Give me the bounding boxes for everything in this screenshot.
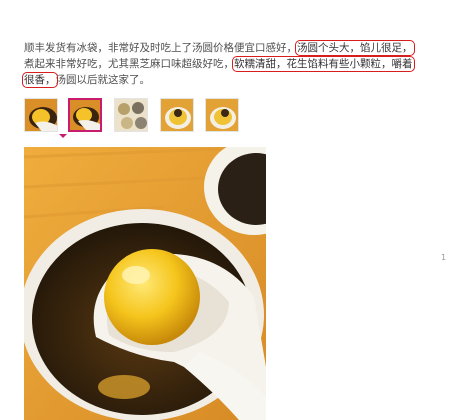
thumbnail-3[interactable] [114, 98, 148, 132]
thumbnail-image-1 [25, 99, 57, 131]
review-segment-1: 顺丰发货有冰袋，非常好及时吃上了汤圆价格便宜口感好， [24, 42, 297, 54]
thumbnail-image-4 [161, 99, 193, 131]
thumbnail-2-selected[interactable] [68, 98, 102, 132]
review-segment-3: 煮起来非常好吃，尤其黑芝麻口味超级好吃， [24, 58, 234, 70]
thumbnail-image-3 [115, 99, 147, 131]
side-mark: 1 [441, 253, 447, 262]
selected-thumbnail-pointer [59, 134, 67, 138]
review-segment-5: 汤圆以后就这家了。 [55, 74, 151, 86]
highlight-box-1: 汤圆个头大，馅儿很足， [295, 40, 415, 56]
main-photo[interactable] [24, 147, 266, 420]
thumbnail-5[interactable] [205, 98, 239, 132]
review-paragraph: 顺丰发货有冰袋，非常好及时吃上了汤圆价格便宜口感好，汤圆个头大，馅儿很足， 煮起来… [22, 40, 422, 88]
thumbnail-4[interactable] [160, 98, 194, 132]
tangyuan-bowl-photo [24, 147, 266, 420]
thumbnail-1[interactable] [24, 98, 58, 132]
thumbnail-image-5 [206, 99, 238, 131]
thumbnail-image-2 [70, 100, 100, 130]
review-text: 顺丰发货有冰袋，非常好及时吃上了汤圆价格便宜口感好，汤圆个头大，馅儿很足， 煮起来… [22, 40, 422, 88]
